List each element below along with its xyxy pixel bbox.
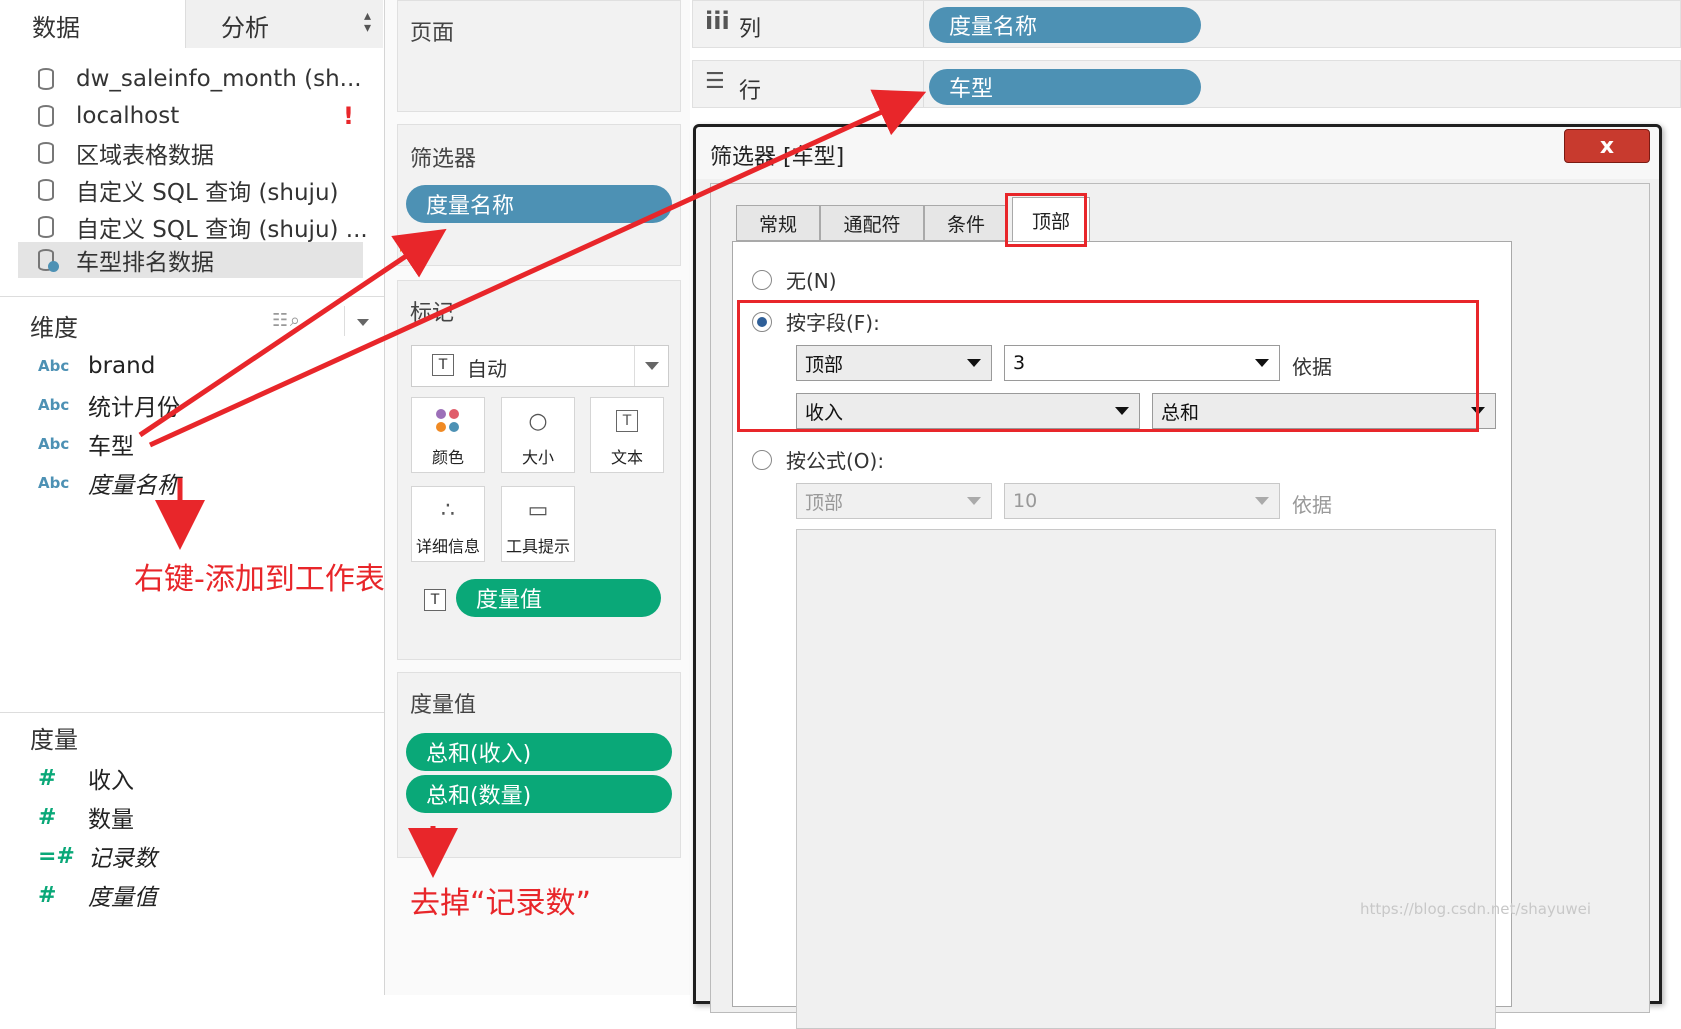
- watermark: https://blog.csdn.net/shayuwei: [1360, 900, 1592, 918]
- annotation-right-click: 右键-添加到工作表: [134, 562, 385, 597]
- annotation-arrows: [138, 89, 927, 878]
- arrow-to-rows: [148, 89, 927, 448]
- annotation-remove-count: 去掉“记录数”: [410, 886, 592, 921]
